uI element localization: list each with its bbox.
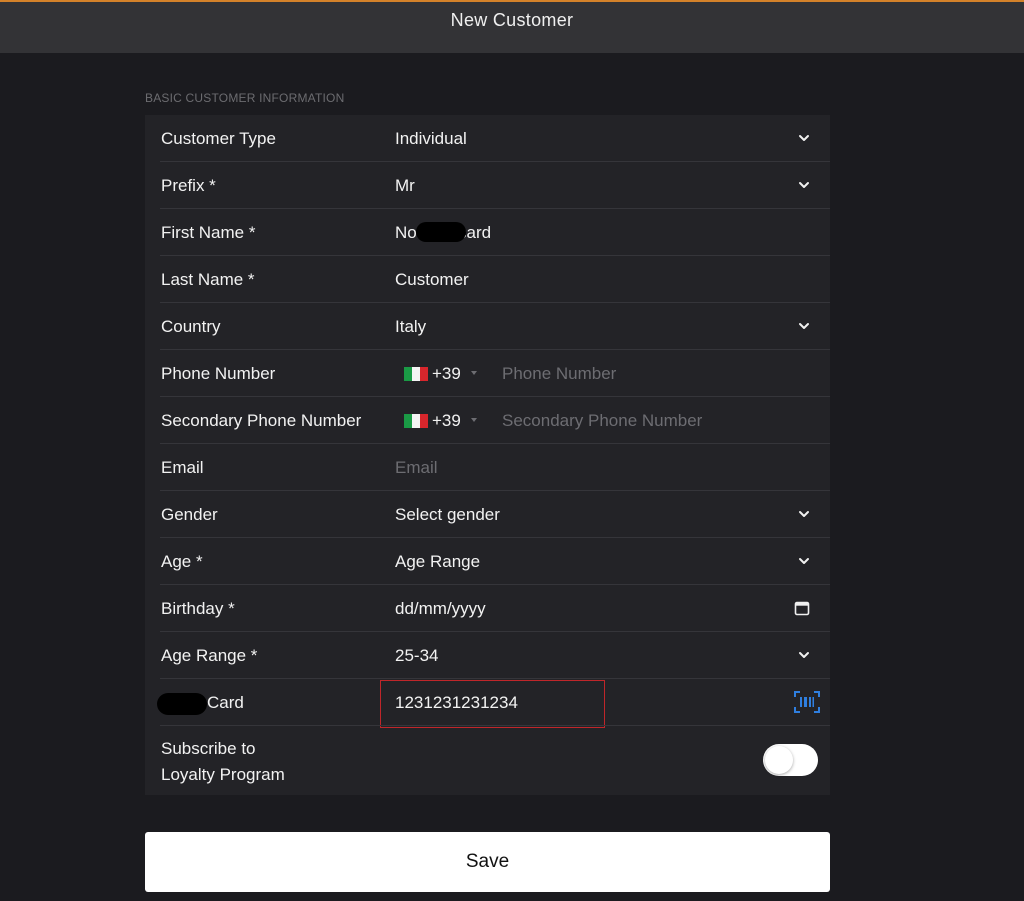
- prefix-value: Mr: [395, 176, 415, 195]
- italy-flag-icon[interactable]: [404, 414, 428, 428]
- chevron-down-icon: [799, 511, 809, 517]
- redaction-mark: [157, 693, 207, 715]
- last-name-field[interactable]: Last Name * Customer: [145, 256, 830, 303]
- calendar-icon[interactable]: [794, 600, 810, 616]
- gender-label: Gender: [161, 505, 218, 524]
- italy-flag-icon[interactable]: [404, 367, 428, 381]
- save-button[interactable]: Save: [145, 832, 830, 892]
- age-range-label: Age Range *: [161, 646, 258, 665]
- birthday-label: Birthday *: [161, 599, 235, 618]
- last-name-value: Customer: [395, 270, 469, 289]
- age-range-select[interactable]: Age Range * 25-34: [145, 632, 830, 679]
- email-input[interactable]: Email: [395, 458, 438, 478]
- card-label: Card: [207, 693, 244, 712]
- secondary-phone-input[interactable]: Secondary Phone Number: [502, 411, 702, 431]
- phone-number-input[interactable]: Phone Number: [502, 364, 616, 384]
- phone-number-label: Phone Number: [161, 364, 276, 383]
- customer-type-select[interactable]: Customer Type Individual: [145, 115, 830, 162]
- age-value: Age Range: [395, 552, 481, 571]
- loyalty-label: Subscribe to Loyalty Program: [161, 736, 285, 788]
- prefix-label: Prefix *: [161, 176, 216, 195]
- first-name-field[interactable]: First Name * No card: [145, 209, 830, 256]
- age-range-value: 25-34: [395, 646, 439, 665]
- chevron-down-icon: [799, 135, 809, 141]
- caret-down-icon: [471, 418, 477, 422]
- customer-type-label: Customer Type: [161, 129, 276, 148]
- email-label: Email: [161, 458, 204, 477]
- section-label: BASIC CUSTOMER INFORMATION: [145, 91, 345, 105]
- country-label: Country: [161, 317, 221, 336]
- customer-type-value: Individual: [395, 129, 467, 148]
- prefix-select[interactable]: Prefix * Mr: [145, 162, 830, 209]
- chevron-down-icon: [799, 182, 809, 188]
- chevron-down-icon: [799, 558, 809, 564]
- gender-value: Select gender: [395, 505, 500, 524]
- gender-select[interactable]: Gender Select gender: [145, 491, 830, 538]
- age-select[interactable]: Age * Age Range: [145, 538, 830, 585]
- first-name-label: First Name *: [161, 223, 256, 242]
- loyalty-row: Subscribe to Loyalty Program: [145, 726, 830, 795]
- caret-down-icon: [471, 371, 477, 375]
- secondary-phone-label: Secondary Phone Number: [161, 411, 362, 430]
- chevron-down-icon: [799, 652, 809, 658]
- chevron-down-icon: [799, 323, 809, 329]
- age-label: Age *: [161, 552, 203, 571]
- email-field[interactable]: Email Email: [145, 444, 830, 491]
- loyalty-label-line1: Subscribe to: [161, 739, 256, 758]
- customer-form: Customer Type Individual Prefix * Mr Fir…: [145, 115, 830, 795]
- loyalty-label-line2: Loyalty Program: [161, 765, 285, 784]
- barcode-scan-icon[interactable]: [794, 691, 820, 713]
- secondary-phone-row: Secondary Phone Number +39 Secondary Pho…: [145, 397, 830, 444]
- phone-number-row: Phone Number +39 Phone Number: [145, 350, 830, 397]
- toggle-knob: [765, 746, 793, 774]
- loyalty-toggle[interactable]: [763, 744, 818, 776]
- secondary-phone-country-code[interactable]: +39: [432, 411, 461, 431]
- page-title: New Customer: [450, 10, 574, 30]
- top-bar: New Customer: [0, 0, 1024, 53]
- card-row: Card 1231231231234: [145, 679, 830, 728]
- country-select[interactable]: Country Italy: [145, 303, 830, 350]
- birthday-value: dd/mm/yyyy: [395, 599, 486, 618]
- birthday-field[interactable]: Birthday * dd/mm/yyyy: [145, 585, 830, 632]
- last-name-label: Last Name *: [161, 270, 255, 289]
- card-number-value: 1231231231234: [395, 693, 518, 712]
- country-value: Italy: [395, 317, 427, 336]
- phone-country-code[interactable]: +39: [432, 364, 461, 384]
- first-name-value-start: No: [395, 223, 417, 242]
- redaction-mark: [416, 222, 466, 242]
